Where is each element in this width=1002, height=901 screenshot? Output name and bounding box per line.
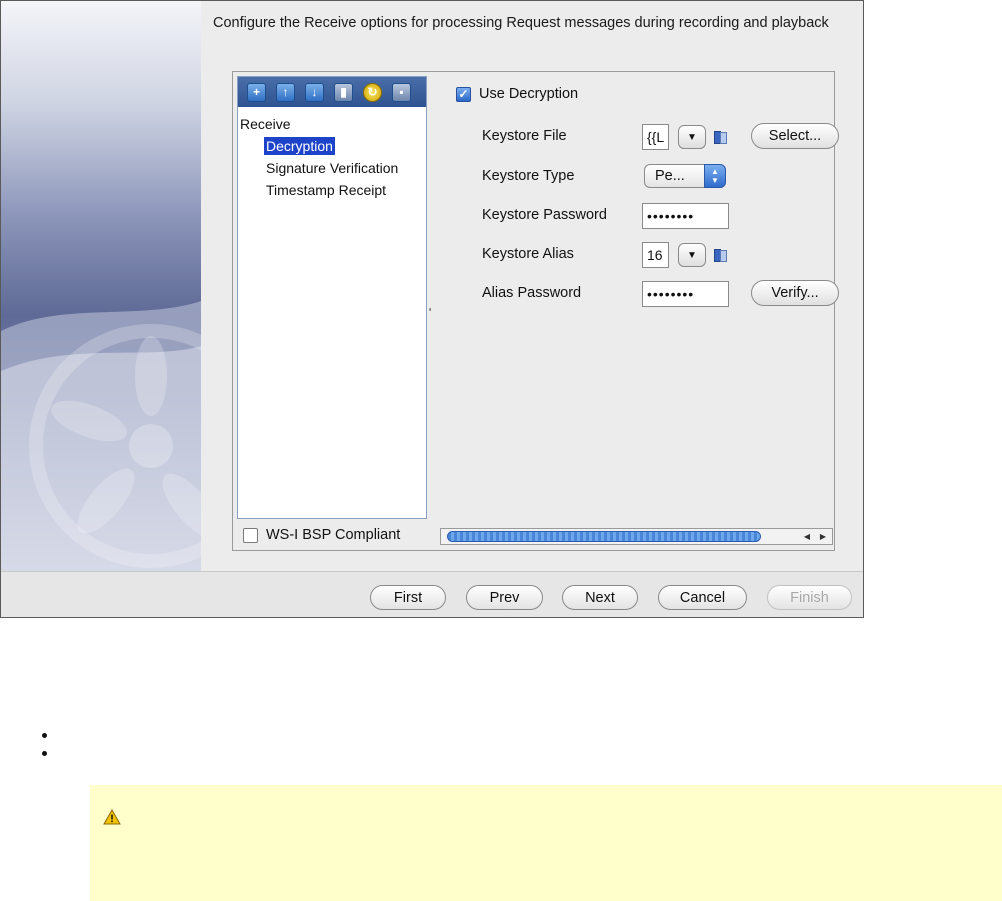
first-button[interactable]: First	[370, 585, 446, 610]
keystore-type-select[interactable]: Pe... ▲ ▼	[644, 164, 726, 188]
checkbox-label: Use Decryption	[479, 86, 579, 102]
alias-password-field[interactable]: ••••••••	[642, 281, 729, 307]
keystore-alias-field[interactable]: 16	[642, 242, 669, 268]
select-file-button[interactable]: Select...	[751, 123, 839, 149]
checkbox-box[interactable]	[243, 527, 258, 543]
scroll-right-icon[interactable]: ▶	[816, 530, 830, 543]
next-button[interactable]: Next	[562, 585, 638, 610]
keystore-file-field[interactable]: {{L	[642, 124, 669, 150]
wizard-side-banner	[1, 1, 201, 571]
keystore-alias-dropdown[interactable]: ▼	[678, 243, 706, 267]
selected-value: Pe...	[655, 168, 685, 184]
decryption-settings-pane: ✓ Use Decryption Keystore File {{L ▼ Sel…	[431, 73, 839, 520]
keystore-type-label: Keystore Type	[482, 168, 575, 184]
select-arrows-icon: ▲ ▼	[704, 164, 726, 188]
refresh-icon[interactable]: ↻	[363, 82, 382, 102]
bsp-compliant-checkbox[interactable]: WS-I BSP Compliant	[243, 527, 400, 543]
tree-item-signature-verification[interactable]: Signature Verification	[240, 157, 426, 179]
prev-button[interactable]: Prev	[466, 585, 543, 610]
instruction-text: Configure the Receive options for proces…	[213, 15, 829, 31]
tree-toolbar: + ↑ ↓ ▮ ↻ ▪	[238, 77, 426, 107]
tree-item-decryption[interactable]: Decryption	[240, 135, 426, 157]
tree-item-label: Timestamp Receipt	[266, 182, 387, 198]
save-icon[interactable]: ▪	[392, 82, 411, 102]
warning-callout	[90, 785, 1002, 901]
bullet-point	[42, 733, 47, 738]
decorative-wheel-graphic	[1, 301, 201, 571]
finish-button: Finish	[767, 585, 852, 610]
tree-item-label: Decryption	[264, 137, 335, 155]
wizard-dialog: Configure the Receive options for proces…	[0, 0, 864, 618]
scrollbar-thumb[interactable]	[447, 531, 761, 542]
keystore-file-label: Keystore File	[482, 128, 567, 144]
cancel-button[interactable]: Cancel	[658, 585, 747, 610]
keystore-password-label: Keystore Password	[482, 207, 607, 223]
chevron-down-icon: ▼	[687, 131, 697, 143]
keystore-file-dropdown[interactable]: ▼	[678, 125, 706, 149]
variable-book-icon[interactable]	[713, 248, 727, 262]
use-decryption-checkbox[interactable]: ✓ Use Decryption	[456, 86, 578, 102]
warning-icon	[103, 809, 121, 825]
bullet-point	[42, 751, 47, 756]
wizard-content: Configure the Receive options for proces…	[201, 1, 863, 571]
keystore-alias-label: Keystore Alias	[482, 246, 574, 262]
options-tree-pane: + ↑ ↓ ▮ ↻ ▪ Receive Decryption Signature…	[237, 76, 427, 519]
receive-options-panel: + ↑ ↓ ▮ ↻ ▪ Receive Decryption Signature…	[232, 71, 839, 551]
checkbox-checked-icon[interactable]: ✓	[456, 86, 471, 102]
options-tree: Receive Decryption Signature Verificatio…	[238, 107, 426, 201]
keystore-password-field[interactable]: ••••••••	[642, 203, 729, 229]
tree-item-label: Signature Verification	[266, 160, 399, 176]
move-up-icon[interactable]: ↑	[276, 82, 295, 102]
tree-root-receive[interactable]: Receive	[240, 113, 426, 135]
horizontal-scrollbar[interactable]: ◀ ▶	[440, 528, 833, 545]
variable-book-icon[interactable]	[713, 130, 727, 144]
delete-icon[interactable]: ▮	[334, 82, 353, 102]
alias-password-label: Alias Password	[482, 285, 582, 301]
checkbox-label: WS-I BSP Compliant	[266, 527, 401, 543]
move-down-icon[interactable]: ↓	[305, 82, 324, 102]
verify-button[interactable]: Verify...	[751, 280, 839, 306]
scroll-left-icon[interactable]: ◀	[800, 530, 814, 543]
chevron-down-icon: ▼	[687, 249, 697, 261]
wizard-footer: First Prev Next Cancel Finish	[1, 571, 863, 617]
add-icon[interactable]: +	[247, 82, 266, 102]
tree-item-timestamp-receipt[interactable]: Timestamp Receipt	[240, 179, 426, 201]
